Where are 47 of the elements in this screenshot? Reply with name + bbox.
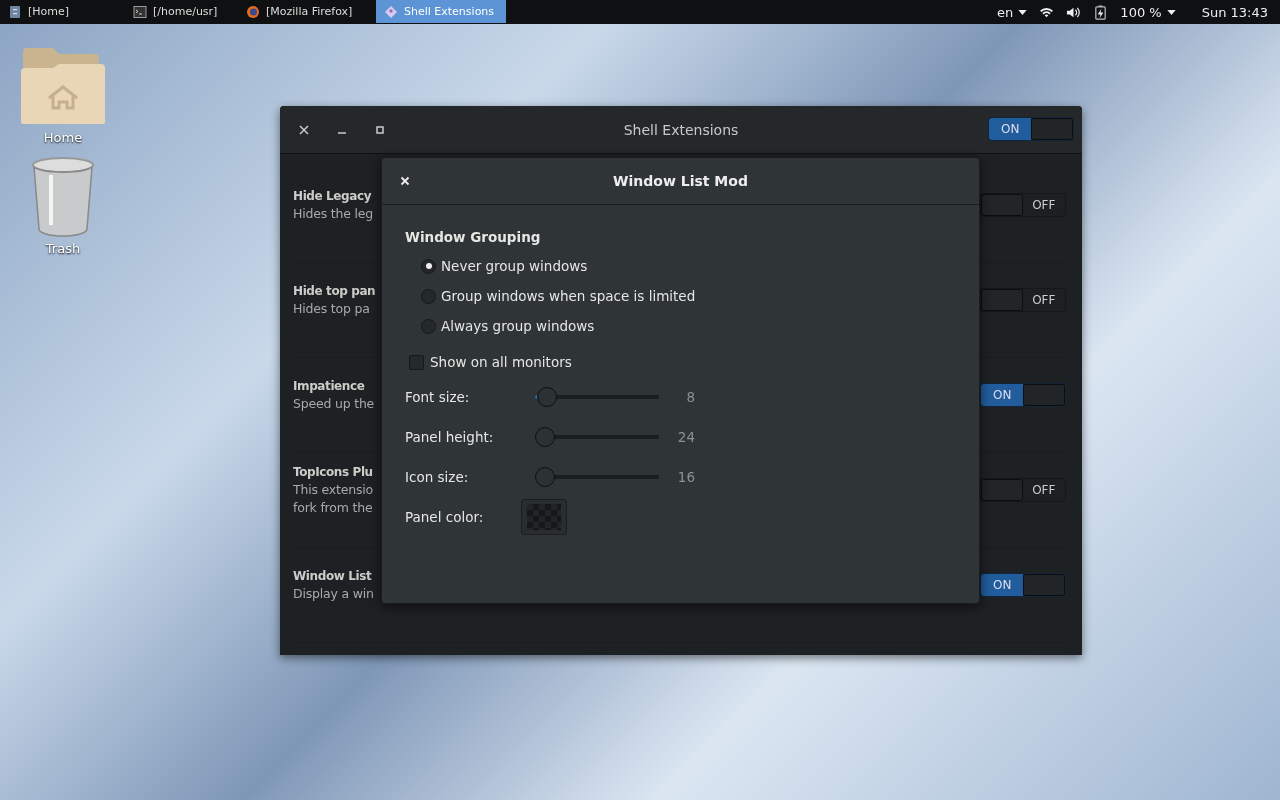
extension-description: Hides top pa <box>293 301 371 316</box>
extension-description: fork from the <box>293 500 374 515</box>
taskbar-item[interactable]: [/home/usr] <box>125 0 238 23</box>
extension-description: Display a win <box>293 586 375 601</box>
browser-icon <box>246 4 260 19</box>
toggle-switch[interactable]: ON <box>980 383 1066 407</box>
window-title: Shell Extensions <box>622 121 740 138</box>
extension-name: Hide top pan <box>293 284 377 298</box>
toggle-switch[interactable]: ON <box>988 117 1074 141</box>
extension-description: Hides the leg <box>293 206 374 221</box>
slider-label: Panel height: <box>405 429 495 445</box>
terminal-icon <box>133 4 147 19</box>
toggle-switch[interactable]: OFF <box>980 478 1066 502</box>
battery-icon[interactable] <box>1093 4 1109 20</box>
maximize-icon[interactable] <box>375 124 385 135</box>
toggle-switch[interactable]: ON <box>980 573 1066 597</box>
extension-name: TopIcons Plu <box>293 465 374 479</box>
checkbox-option[interactable]: Show on all monitors <box>405 347 956 377</box>
color-picker-button[interactable] <box>521 499 567 535</box>
power-menu[interactable]: 100 % <box>1120 4 1176 20</box>
dialog-title: Window List Mod <box>612 173 749 189</box>
slider-value: 16 <box>676 469 695 485</box>
toggle-switch[interactable]: OFF <box>980 288 1066 312</box>
slider-value: 8 <box>685 389 695 405</box>
slider-label: Font size: <box>405 389 471 405</box>
extension-description: Speed up the <box>293 396 376 411</box>
keyboard-layout-menu[interactable]: en <box>997 4 1028 20</box>
extension-name: Impatience <box>293 379 366 393</box>
extension-name: Window List <box>293 569 373 583</box>
caret-icon <box>1166 9 1176 15</box>
clock[interactable]: Sun 13:43 <box>1201 4 1268 20</box>
taskbar-item[interactable]: [Home] <box>0 0 113 23</box>
close-icon[interactable] <box>299 124 309 135</box>
caret-icon <box>1018 9 1028 15</box>
section-heading: Window Grouping <box>405 229 542 245</box>
radio-option[interactable]: Group windows when space is limited <box>421 281 956 311</box>
radio-option[interactable]: Never group windows <box>421 251 956 281</box>
extension-description: This extensio <box>293 482 374 497</box>
toggle-switch[interactable]: OFF <box>980 193 1066 217</box>
color-label: Panel color: <box>405 509 485 525</box>
taskbar-item[interactable]: [Mozilla Firefox] <box>238 0 376 23</box>
slider-value: 24 <box>676 429 695 445</box>
cabinet-icon <box>8 4 22 19</box>
slider-label: Icon size: <box>405 469 470 485</box>
extension-name: Hide Legacy <box>293 189 373 203</box>
radio-option[interactable]: Always group windows <box>421 311 956 341</box>
puzzle-icon <box>384 4 398 19</box>
